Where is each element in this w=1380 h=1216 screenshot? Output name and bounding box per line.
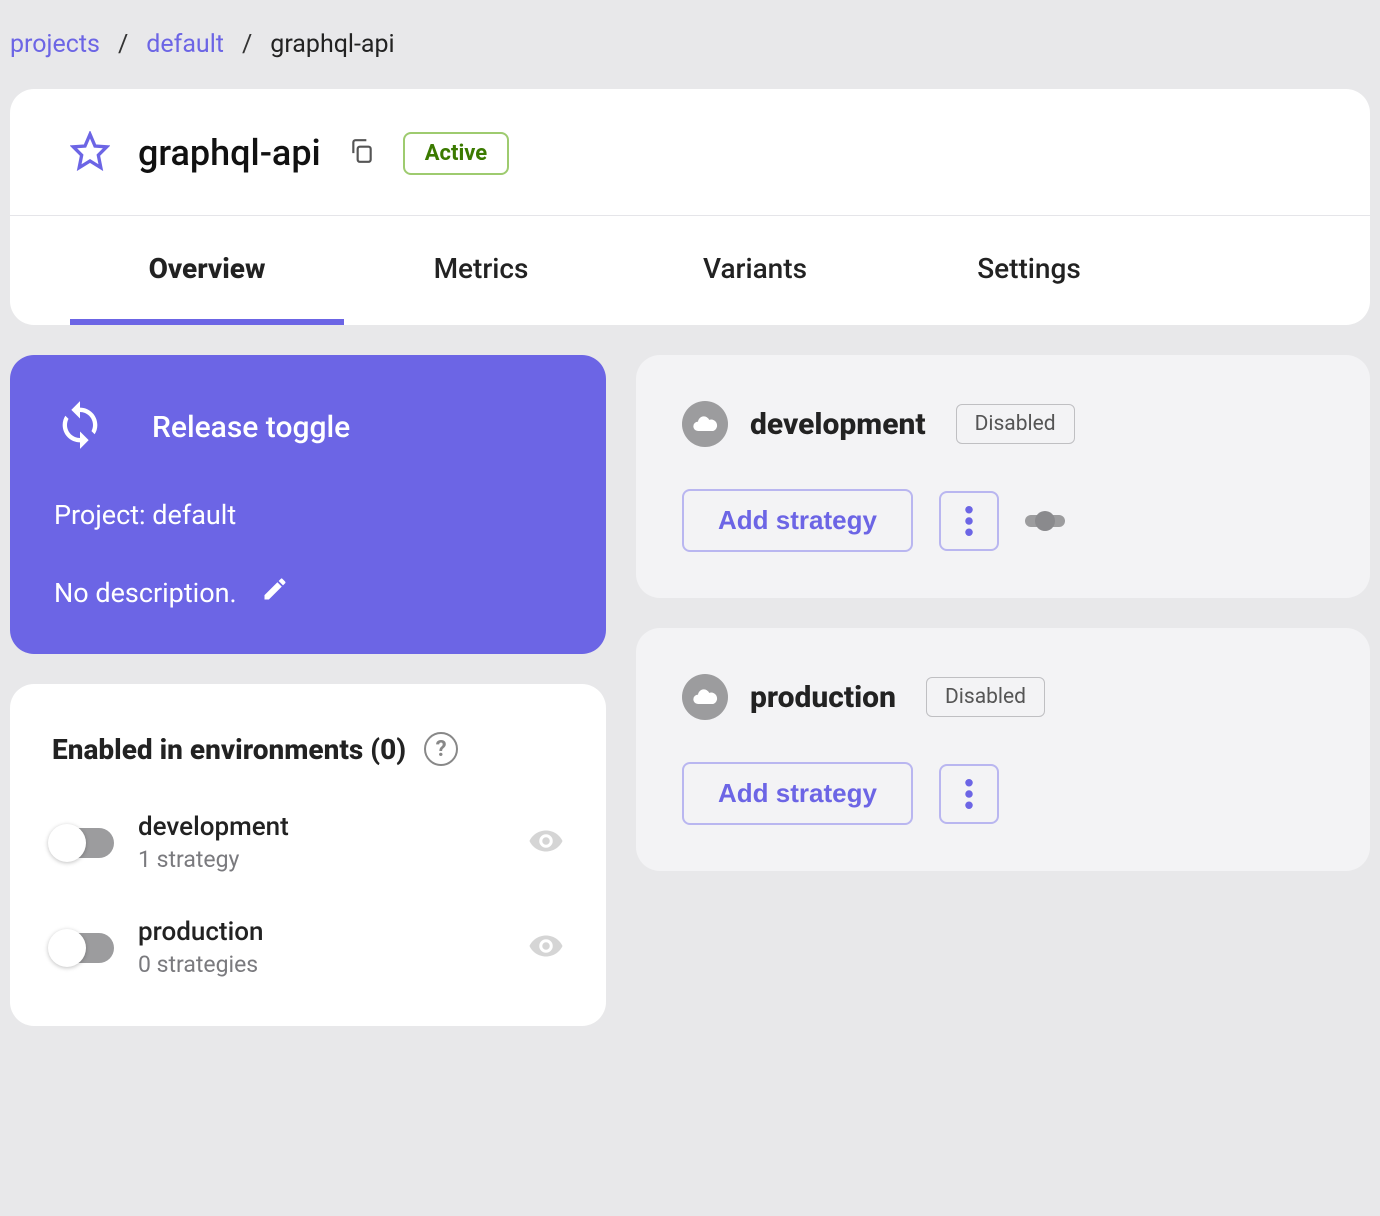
env-strategies: 0 strategies bbox=[138, 951, 504, 978]
add-strategy-button[interactable]: Add strategy bbox=[682, 762, 913, 825]
breadcrumb: projects / default / graphql-api bbox=[0, 0, 1380, 89]
header-card: graphql-api Active Overview Metrics Vari… bbox=[10, 89, 1370, 325]
add-strategy-button[interactable]: Add strategy bbox=[682, 489, 913, 552]
status-badge: Active bbox=[403, 132, 509, 175]
disabled-badge: Disabled bbox=[926, 677, 1045, 717]
tab-metrics[interactable]: Metrics bbox=[344, 216, 618, 325]
env-row-development: development 1 strategy bbox=[52, 812, 564, 873]
env-name: production bbox=[138, 917, 504, 947]
disabled-badge: Disabled bbox=[956, 404, 1075, 444]
description-text: No description. bbox=[54, 577, 237, 609]
more-button[interactable] bbox=[939, 764, 999, 824]
toggle-development[interactable] bbox=[52, 828, 114, 858]
breadcrumb-projects[interactable]: projects bbox=[10, 30, 100, 59]
loop-icon bbox=[54, 399, 106, 455]
breadcrumb-default[interactable]: default bbox=[146, 30, 224, 59]
star-icon[interactable] bbox=[70, 131, 110, 175]
release-toggle-label: Release toggle bbox=[152, 410, 350, 445]
environments-card: Enabled in environments (0) ? developmen… bbox=[10, 684, 606, 1026]
visibility-icon[interactable] bbox=[528, 928, 564, 968]
more-button[interactable] bbox=[939, 491, 999, 551]
tab-variants[interactable]: Variants bbox=[618, 216, 892, 325]
breadcrumb-separator: / bbox=[118, 30, 128, 59]
strategy-env-name: development bbox=[750, 407, 926, 442]
breadcrumb-current: graphql-api bbox=[270, 30, 394, 59]
strategy-card-production: production Disabled Add strategy bbox=[636, 628, 1370, 871]
strategy-card-development: development Disabled Add strategy bbox=[636, 355, 1370, 598]
tabs: Overview Metrics Variants Settings bbox=[10, 216, 1370, 325]
env-name: development bbox=[138, 812, 504, 842]
help-icon[interactable]: ? bbox=[424, 732, 458, 766]
cloud-icon bbox=[682, 674, 728, 720]
breadcrumb-separator: / bbox=[242, 30, 252, 59]
strategy-env-name: production bbox=[750, 680, 896, 715]
mini-toggle[interactable] bbox=[1025, 515, 1065, 527]
project-line: Project: default bbox=[54, 499, 562, 531]
tab-overview[interactable]: Overview bbox=[70, 216, 344, 325]
toggle-production[interactable] bbox=[52, 933, 114, 963]
env-row-production: production 0 strategies bbox=[52, 917, 564, 978]
env-strategies: 1 strategy bbox=[138, 846, 504, 873]
tab-settings[interactable]: Settings bbox=[892, 216, 1166, 325]
cloud-icon bbox=[682, 401, 728, 447]
release-card: Release toggle Project: default No descr… bbox=[10, 355, 606, 654]
feature-title: graphql-api bbox=[138, 132, 321, 174]
visibility-icon[interactable] bbox=[528, 823, 564, 863]
edit-icon[interactable] bbox=[261, 575, 289, 610]
copy-icon[interactable] bbox=[349, 138, 375, 168]
environments-title: Enabled in environments (0) bbox=[52, 733, 406, 766]
